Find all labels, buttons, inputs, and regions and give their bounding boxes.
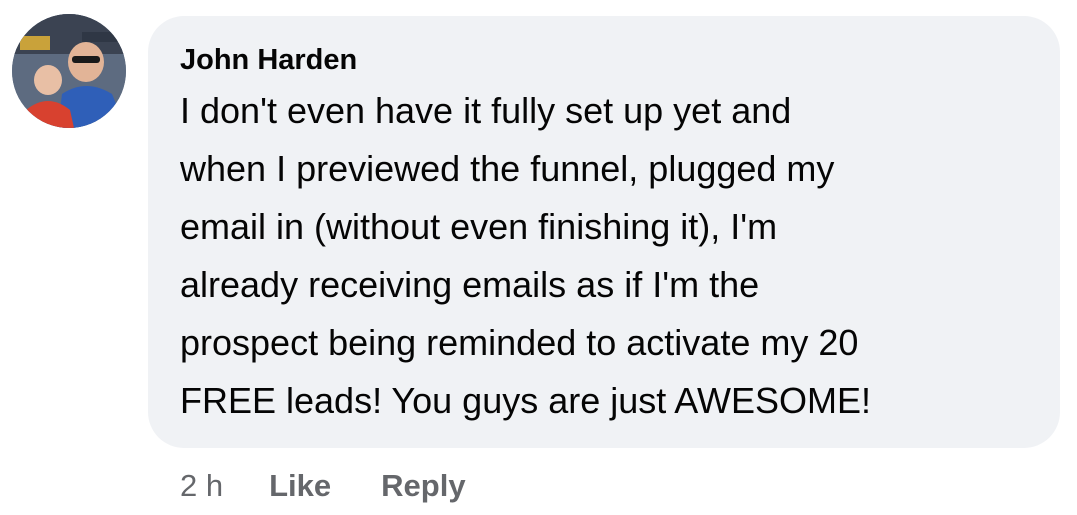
avatar[interactable]	[12, 14, 126, 128]
timestamp[interactable]: 2 h	[180, 468, 223, 504]
comment-text: I don't even have it fully set up yet an…	[180, 90, 871, 421]
reply-button[interactable]: Reply	[381, 468, 465, 504]
comment-actions: 2 h Like Reply	[180, 464, 516, 508]
like-button[interactable]: Like	[269, 468, 331, 504]
profile-photo-icon	[12, 14, 126, 128]
author-name[interactable]: John Harden	[180, 42, 1028, 78]
comment-bubble: John Harden I don't even have it fully s…	[148, 16, 1060, 448]
comment: John Harden I don't even have it fully s…	[0, 0, 1077, 515]
